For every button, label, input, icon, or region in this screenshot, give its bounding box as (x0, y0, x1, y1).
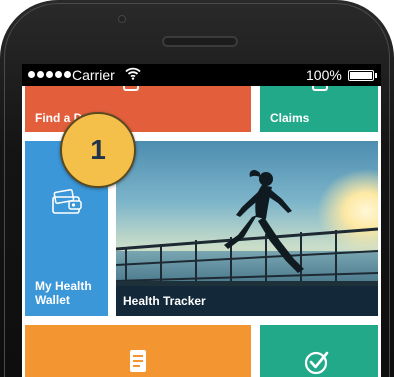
claims-tile[interactable]: Claims (260, 86, 378, 132)
status-bar: Carrier 100% (22, 64, 381, 86)
document-icon (129, 349, 147, 377)
claims-label: Claims (270, 111, 310, 125)
earpiece-speaker (162, 36, 238, 47)
callout-number-badge: 1 (60, 112, 136, 188)
app-screen: Carrier 100% Find a Doctor Claims My Hea… (22, 64, 381, 377)
carrier-name: Carrier (72, 67, 115, 83)
signal-strength-icon (28, 71, 71, 78)
doctor-icon (123, 86, 139, 91)
documents-tile[interactable] (25, 325, 251, 377)
find-a-doctor-tile[interactable]: Find a Doctor (25, 86, 251, 132)
battery-icon (348, 70, 374, 81)
health-tracker-label: Health Tracker (123, 294, 206, 308)
checkmark-circle-icon (304, 349, 330, 377)
my-health-wallet-label: My Health Wallet (35, 279, 92, 307)
claims-icon (312, 86, 328, 91)
wallet-icon (52, 189, 82, 220)
health-tracker-tile[interactable]: Health Tracker (116, 141, 378, 316)
checklist-tile[interactable] (260, 325, 378, 377)
battery-percent: 100% (306, 67, 342, 83)
wifi-icon (125, 67, 141, 83)
front-camera (118, 15, 126, 23)
